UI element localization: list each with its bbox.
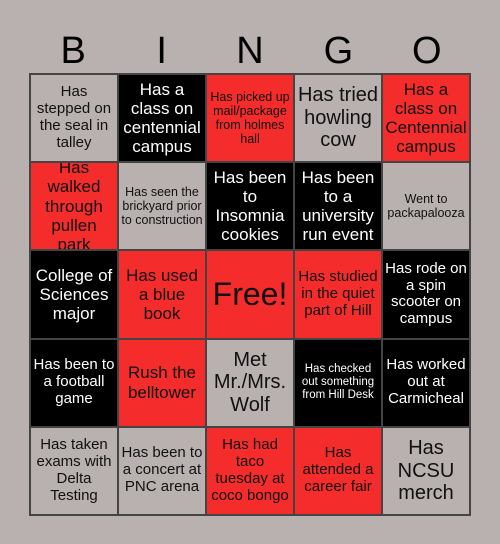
cell-text: Free!: [212, 276, 288, 313]
header-letter-g: G: [323, 30, 354, 72]
cell-text: Has had taco tuesday at coco bongo: [211, 436, 289, 504]
cell-text: Has NCSU merch: [397, 437, 455, 505]
cell-text: Has a class on Centennial campus: [385, 79, 467, 157]
cell-text: Has tried howling cow: [297, 84, 379, 152]
cell-text: Has taken exams with Delta Testing: [36, 436, 112, 504]
cell-text: Rush the belltower: [127, 363, 197, 402]
bingo-cell[interactable]: Met Mr./Mrs. Wolf: [206, 338, 294, 427]
cell-text: Has attended a career fair: [302, 444, 374, 496]
bingo-cell[interactable]: Has seen the brickyard prior to construc…: [118, 162, 206, 251]
bingo-cell[interactable]: Has picked up mail/package from holmes h…: [206, 74, 294, 163]
cell-text: Has a class on centennial campus: [123, 79, 201, 157]
bingo-cell[interactable]: Has used a blue book: [118, 250, 206, 339]
cell-text: Met Mr./Mrs. Wolf: [213, 348, 287, 416]
bingo-cell[interactable]: Has studied in the quiet part of Hill: [294, 250, 382, 339]
header-letter-b: B: [60, 30, 86, 72]
bingo-cell[interactable]: Has checked out something from Hill Desk: [294, 338, 382, 427]
bingo-header: B I N G O: [29, 30, 471, 72]
cell-text: Went to packapalooza: [387, 192, 465, 221]
free-space[interactable]: Free!: [206, 250, 294, 339]
bingo-cell[interactable]: Has been to a football game: [30, 338, 118, 427]
header-letter-i: I: [156, 30, 167, 72]
cell-text: Has walked through pullen park: [45, 162, 103, 251]
bingo-cell[interactable]: Has tried howling cow: [294, 74, 382, 163]
bingo-cell[interactable]: College of Sciences major: [30, 250, 118, 339]
bingo-cell[interactable]: Has stepped on the seal in talley: [30, 74, 118, 163]
cell-text: Has been to a football game: [33, 356, 115, 408]
bingo-cell[interactable]: Has a class on Centennial campus: [382, 74, 470, 163]
bingo-cell[interactable]: Has walked through pullen park: [30, 162, 118, 251]
bingo-cell[interactable]: Has been to Insomnia cookies: [206, 162, 294, 251]
bingo-cell[interactable]: Has been to a university run event: [294, 162, 382, 251]
bingo-cell[interactable]: Went to packapalooza: [382, 162, 470, 251]
cell-text: Has used a blue book: [126, 265, 198, 324]
bingo-cell[interactable]: Rush the belltower: [118, 338, 206, 427]
cell-text: Has picked up mail/package from holmes h…: [210, 89, 290, 147]
cell-text: Has stepped on the seal in talley: [36, 83, 112, 152]
bingo-cell[interactable]: Has NCSU merch: [382, 426, 470, 515]
cell-text: Has checked out something from Hill Desk: [301, 363, 375, 402]
bingo-cell[interactable]: Has been to a concert at PNC arena: [118, 426, 206, 515]
header-letter-n: N: [236, 30, 264, 72]
bingo-card: Has stepped on the seal in talley Has a …: [29, 73, 471, 516]
cell-text: Has worked out at Carmicheal: [386, 356, 466, 408]
bingo-cell[interactable]: Has had taco tuesday at coco bongo: [206, 426, 294, 515]
bingo-cell[interactable]: Has attended a career fair: [294, 426, 382, 515]
cell-text: Has rode on a spin scooter on campus: [385, 259, 467, 328]
bingo-cell[interactable]: Has worked out at Carmicheal: [382, 338, 470, 427]
cell-text: Has been to a concert at PNC arena: [121, 444, 203, 496]
cell-text: Has been to a university run event: [301, 167, 375, 245]
cell-text: Has seen the brickyard prior to construc…: [121, 185, 203, 228]
cell-text: Has been to Insomnia cookies: [213, 167, 287, 245]
bingo-cell[interactable]: Has a class on centennial campus: [118, 74, 206, 163]
bingo-cell[interactable]: Has taken exams with Delta Testing: [30, 426, 118, 515]
cell-text: College of Sciences major: [35, 265, 113, 324]
cell-text: Has studied in the quiet part of Hill: [298, 268, 378, 319]
header-letter-o: O: [412, 30, 442, 72]
bingo-cell[interactable]: Has rode on a spin scooter on campus: [382, 250, 470, 339]
